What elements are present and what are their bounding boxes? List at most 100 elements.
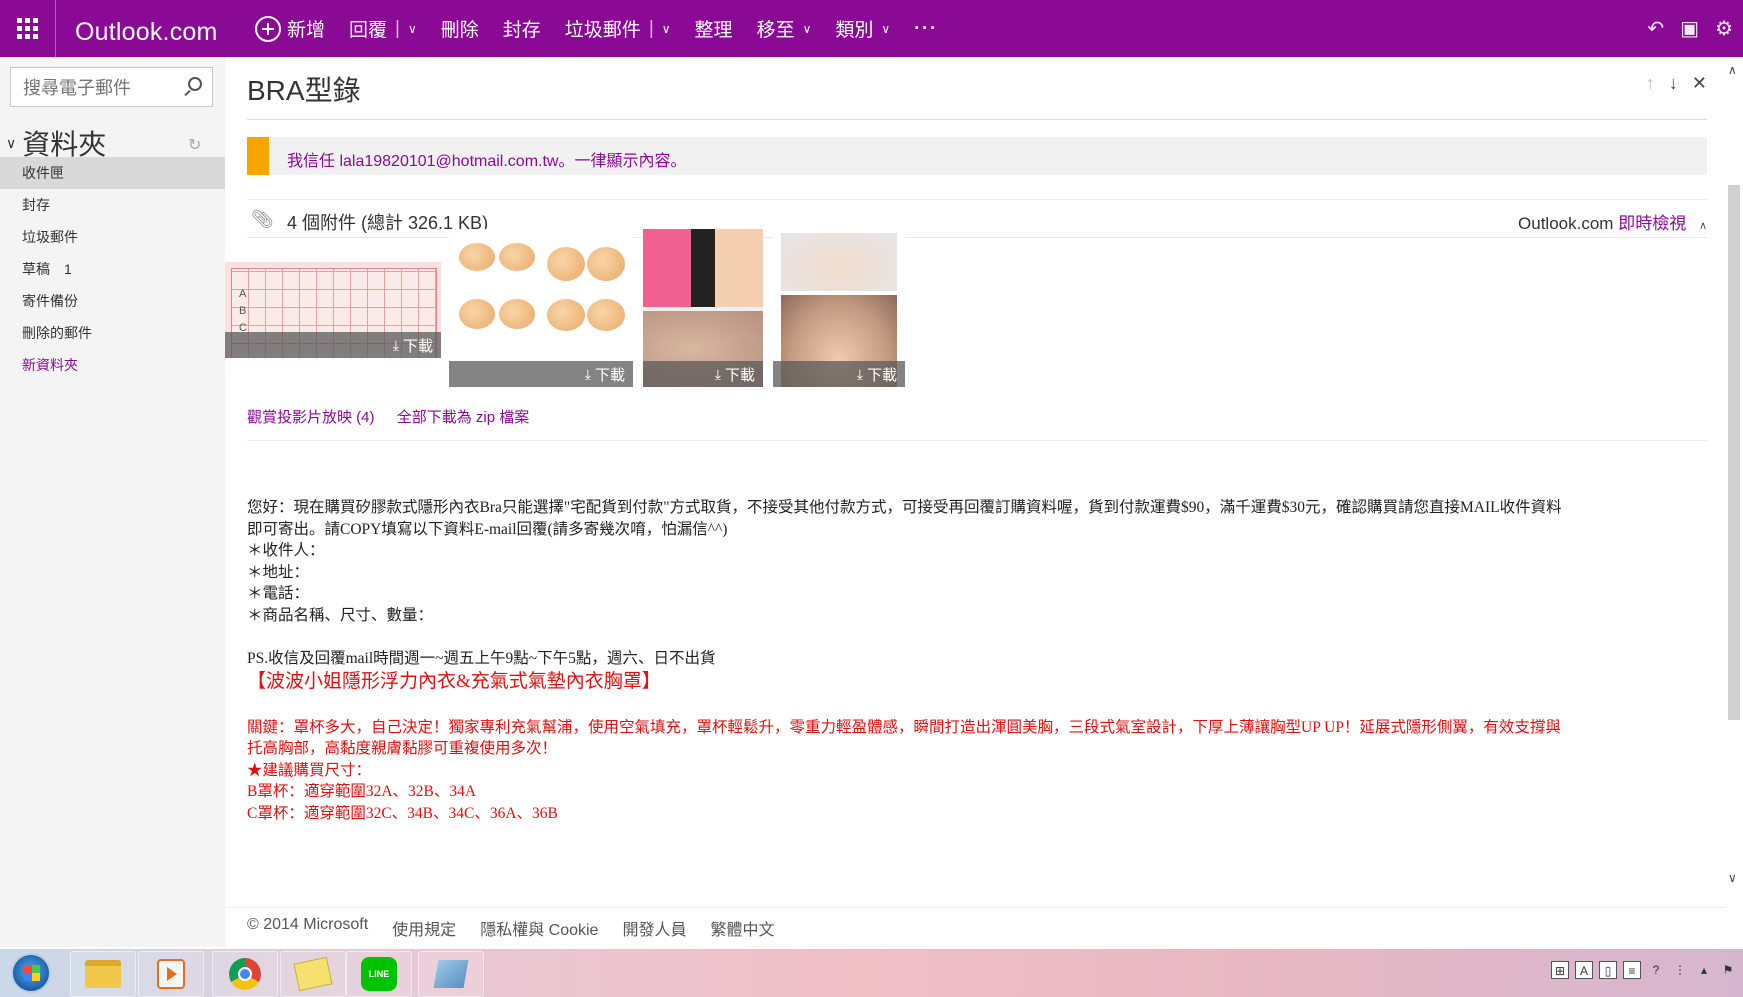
reply-button[interactable]: 回覆 | ∨ [349,15,417,42]
feedback-icon[interactable]: ▣ [1680,16,1699,41]
categories-label: 類別 [835,20,874,41]
scroll-down-icon[interactable]: ∨ [1728,871,1737,885]
media-player-icon [157,959,185,989]
folder-archive[interactable]: 封存 [0,189,225,221]
attachments-view: Outlook.com 即時檢視 ∧ [1518,209,1707,234]
download-button[interactable]: ⤓ 下載 [773,361,905,387]
language-link[interactable]: 繁體中文 [710,916,774,940]
taskbar-line[interactable]: LINE [346,951,412,997]
top-right-actions: ↶ ▣ ⚙ [1647,0,1743,57]
folder-sent[interactable]: 寄件備份 [0,285,225,317]
paperclip-icon: 📎︎ [251,209,274,229]
folder-inbox[interactable]: 收件匣 [0,157,225,189]
windows-taskbar: LINE ⊞ A ▯ ≡ ? ⋮ ▴ ⚑ [0,949,1743,997]
folder-icon [85,960,121,988]
chevron-down-icon: ∨ [661,21,671,36]
chrome-icon [229,958,261,990]
divider [247,119,1707,120]
download-button[interactable]: ⤓ 下載 [225,332,441,358]
download-zip-link[interactable]: 全部下載為 zip 檔案 [397,409,530,426]
sweep-button[interactable]: 整理 [695,15,733,42]
window-icon[interactable]: ▯ [1599,961,1617,979]
taskbar-explorer[interactable] [70,951,136,997]
brand-logo[interactable]: Outlook.com [75,18,218,47]
flag-icon[interactable]: ⚑ [1719,961,1737,979]
promo-paragraph: 關鍵：罩杯多大，自己決定！獨家專利充氣幫浦，使用空氣填充，罩杯輕鬆升，零重力輕盈… [247,718,1561,758]
copyright-text: © 2014 Microsoft [247,916,369,933]
folder-label: 刪除的郵件 [22,325,92,341]
move-to-button[interactable]: 移至 ∨ [757,15,812,42]
taskbar-notepad[interactable] [418,951,484,997]
undo-icon[interactable]: ↶ [1647,16,1664,41]
folder-junk[interactable]: 垃圾郵件 [0,221,225,253]
download-icon: ⤓ [392,336,399,353]
pad-image [543,289,629,363]
more-actions-button[interactable]: ··· [914,18,938,39]
arrow-down-icon[interactable]: ↓ [1669,73,1678,94]
download-label: 下載 [402,337,433,355]
size-chart-letters: A B C [239,286,247,337]
files-icon [293,956,333,992]
line-icon: LINE [361,957,397,991]
new-folder-link[interactable]: 新資料夾 [0,349,225,381]
view-prefix: Outlook.com [1518,214,1614,233]
refresh-icon[interactable]: ↻ [188,135,201,155]
archive-button[interactable]: 封存 [503,15,541,42]
delete-button[interactable]: 刪除 [441,15,479,42]
ps-note: PS.收信及回覆mail時間週一~週五上午9點~下午5點，週六、日不出貨 [247,649,716,667]
download-icon: ⤓ [584,365,591,382]
attachment-thumbnail-model[interactable]: ⤓ 下載 [773,229,905,387]
download-icon: ⤓ [714,365,721,382]
developers-link[interactable]: 開發人員 [622,916,686,940]
taskbar-media-player[interactable] [138,951,204,997]
trust-banner: 我信任 lala19820101@hotmail.com.tw。一律顯示內容。 [247,137,1707,175]
folder-deleted[interactable]: 刪除的郵件 [0,317,225,349]
help-icon[interactable]: ? [1647,961,1665,979]
scroll-up-icon[interactable]: ∧ [1728,63,1737,77]
folder-list: 收件匣 封存 垃圾郵件 草稿 1 寄件備份 刪除的郵件 新資料夾 [0,157,225,381]
attachment-thumbnail-bras[interactable]: ⤓ 下載 [643,229,763,387]
settings-icon[interactable]: ⚙ [1715,16,1733,41]
attachment-thumbnail-pads[interactable]: ⤓ 下載 [449,229,633,387]
taskbar-files[interactable] [280,951,346,997]
promo-size-c: C罩杯：適穿範圍32C、34B、34C、36A、36B [247,804,558,822]
chevron-down-icon: ∨ [881,21,891,36]
attachment-thumbnail-size-chart[interactable]: A B C ⤓ 下載 [225,262,441,358]
keyboard-icon[interactable]: ≡ [1623,961,1641,979]
folder-drafts[interactable]: 草稿 1 [0,253,225,285]
arrow-up-icon[interactable]: ↑ [1646,73,1655,94]
command-group: 新增 回覆 | ∨ 刪除 封存 垃圾郵件 | ∨ 整理 移至 ∨ 類別 ∨ ··· [255,0,938,57]
split-divider: | [395,17,400,39]
download-button[interactable]: ⤓ 下載 [449,361,633,387]
taskbar-chrome[interactable] [212,951,278,997]
delete-label: 刪除 [440,20,479,41]
app-launcher-button[interactable] [0,0,55,57]
start-button[interactable] [6,951,56,995]
waffle-icon [17,18,38,39]
download-button[interactable]: ⤓ 下載 [643,361,763,387]
vertical-scrollbar[interactable]: ∧ ∨ [1725,57,1743,895]
trust-sender-link[interactable]: 我信任 lala19820101@hotmail.com.tw。一律顯示內容。 [287,147,686,171]
privacy-link[interactable]: 隱私權與 Cookie [480,916,598,940]
close-icon[interactable]: ✕ [1692,73,1707,94]
form-field-phone: ＊電話： [247,585,310,602]
font-icon[interactable]: A [1575,961,1593,979]
live-view-link[interactable]: 即時檢視 [1618,214,1686,233]
tray-expand-icon[interactable]: ▴ [1695,961,1713,979]
search-input[interactable] [21,68,185,108]
ime-icon[interactable]: ⊞ [1551,961,1569,979]
promo-size-b: B罩杯：適穿範圍32A、32B、34A [247,783,477,800]
page-footer: © 2014 Microsoft 使用規定 隱私權與 Cookie 開發人員 繁… [225,907,1725,948]
chart-letter: A [239,288,247,300]
categories-button[interactable]: 類別 ∨ [835,15,890,42]
slideshow-link[interactable]: 觀賞投影片放映 (4) [247,409,375,426]
search-icon[interactable] [188,77,202,91]
junk-button[interactable]: 垃圾郵件 | ∨ [565,15,671,42]
terms-link[interactable]: 使用規定 [392,916,456,940]
network-icon[interactable]: ⋮ [1671,961,1689,979]
download-label: 下載 [866,366,897,384]
scrollbar-thumb[interactable] [1728,185,1740,720]
product-image [781,233,897,291]
new-button[interactable]: 新增 [255,15,325,42]
chevron-up-icon[interactable]: ∧ [1699,220,1707,232]
